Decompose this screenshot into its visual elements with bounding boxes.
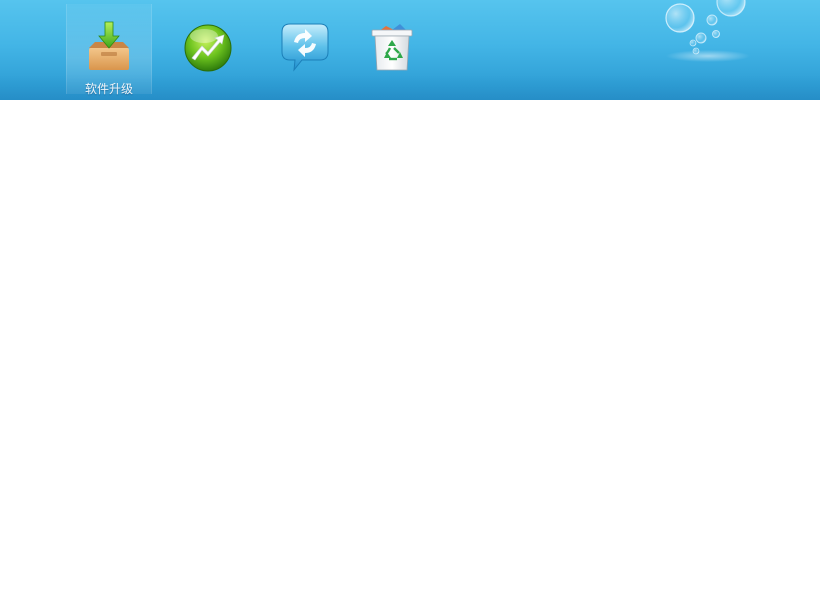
tool-software-upgrade[interactable]: 软件升级 [66,4,152,96]
recycle-bin-icon [371,24,413,71]
tool-speed-up[interactable] [166,4,250,94]
app-window: 软件升级 [0,0,820,604]
green-arrow-up-icon [184,24,232,72]
download-box-icon [89,21,129,70]
bubbles-decoration [665,0,750,62]
refresh-bubble-icon [281,23,329,72]
tool-recycle[interactable] [350,4,434,94]
top-toolbar: 软件升级 [0,0,820,100]
tool-chat-sync[interactable] [262,4,346,94]
main-content-area [0,100,820,604]
tool-label-software-upgrade: 软件升级 [84,82,133,96]
